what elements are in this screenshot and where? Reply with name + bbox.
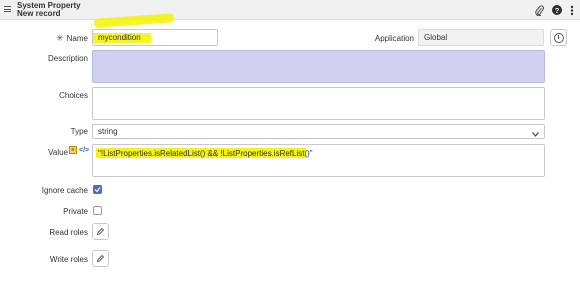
name-field[interactable]: mycondition	[92, 29, 218, 46]
required-icon: ✳	[56, 33, 64, 43]
application-value: Global	[424, 33, 448, 42]
hamburger-menu-icon[interactable]	[4, 6, 11, 12]
write-roles-label: Write roles	[49, 255, 88, 264]
description-label: Description	[47, 54, 88, 63]
paperclip-icon[interactable]	[533, 4, 545, 16]
name-label: ✳ Name	[56, 33, 88, 43]
value-label: Value	[48, 148, 68, 157]
type-select[interactable]: string	[92, 124, 545, 139]
value-field[interactable]: "!ListProperties.isRelatedList() && !Lis…	[92, 144, 545, 177]
value-text: "!ListProperties.isRelatedList() && !Lis…	[98, 149, 313, 158]
chevron-down-icon	[532, 130, 539, 139]
write-roles-edit-button[interactable]	[92, 250, 109, 267]
name-value: mycondition	[98, 33, 141, 42]
info-icon: i	[553, 32, 564, 43]
choices-label: Choices	[59, 91, 88, 100]
title-block: System Property New record	[17, 2, 81, 18]
pencil-icon	[96, 254, 105, 263]
type-label: Type	[70, 127, 88, 136]
read-roles-edit-button[interactable]	[92, 223, 109, 240]
help-icon[interactable]: ?	[551, 4, 563, 16]
more-icon[interactable]	[566, 4, 578, 16]
script-icons: ≡ </>	[69, 146, 89, 154]
form-header: System Property New record ?	[0, 0, 580, 20]
type-value: string	[98, 127, 118, 136]
application-field: Global	[418, 29, 544, 46]
pencil-icon	[96, 227, 105, 236]
page-subtitle: New record	[17, 9, 61, 18]
script-include-icon[interactable]: ≡	[69, 146, 77, 154]
choices-field[interactable]	[92, 87, 545, 120]
description-field[interactable]	[92, 50, 545, 83]
private-checkbox[interactable]	[93, 206, 102, 215]
application-label: Application	[374, 34, 414, 43]
private-label: Private	[63, 207, 88, 216]
ignore-cache-checkbox[interactable]	[93, 185, 102, 194]
read-roles-label: Read roles	[49, 228, 88, 237]
code-icon[interactable]: </>	[79, 147, 89, 154]
ignore-cache-label: Ignore cache	[41, 186, 88, 195]
application-info-button[interactable]: i	[550, 29, 567, 46]
